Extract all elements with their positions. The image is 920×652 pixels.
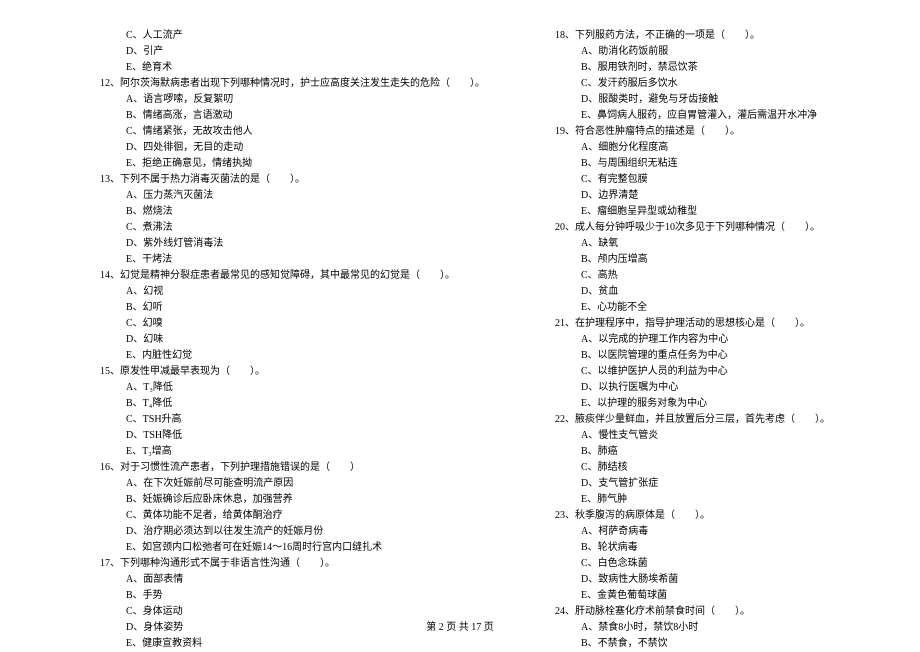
option-text: E、瘤细胞呈异型或幼稚型 <box>555 204 890 220</box>
question-text: 23、秋季腹泻的病原体是（ ）。 <box>555 508 890 524</box>
option-text: D、支气管扩张症 <box>555 476 890 492</box>
option-text: B、肺癌 <box>555 444 890 460</box>
option-text: A、助消化药饭前服 <box>555 44 890 60</box>
option-text: A、缺氧 <box>555 236 890 252</box>
option-text: B、与周围组织无粘连 <box>555 156 890 172</box>
option-text: C、高热 <box>555 268 890 284</box>
option-text: D、TSH降低 <box>100 428 485 444</box>
option-text: C、以维护医护人员的利益为中心 <box>555 364 890 380</box>
question-text: 16、对于习惯性流产患者，下列护理措施错误的是（ ） <box>100 460 485 476</box>
exam-page: C、人工流产D、引产E、绝育术12、阿尔茨海默病患者出现下列哪种情况时，护士应高… <box>0 0 920 615</box>
option-text: C、幻嗅 <box>100 316 485 332</box>
option-text: E、干烤法 <box>100 252 485 268</box>
option-text: B、颅内压增高 <box>555 252 890 268</box>
option-text: B、情绪高涨，言语激动 <box>100 108 485 124</box>
right-column: 18、下列服药方法，不正确的一项是（ ）。A、助消化药饭前服B、服用铁剂时，禁忌… <box>515 28 920 615</box>
option-text: D、致病性大肠埃希菌 <box>555 572 890 588</box>
option-text: C、TSH升高 <box>100 412 485 428</box>
option-text: C、发汗药服后多饮水 <box>555 76 890 92</box>
option-text: A、压力蒸汽灭菌法 <box>100 188 485 204</box>
question-text: 15、原发性甲减最早表现为（ ）。 <box>100 364 485 380</box>
option-text: C、黄体功能不足者，给黄体酮治疗 <box>100 508 485 524</box>
option-text: D、边界清楚 <box>555 188 890 204</box>
left-column: C、人工流产D、引产E、绝育术12、阿尔茨海默病患者出现下列哪种情况时，护士应高… <box>0 28 515 615</box>
option-text: D、贫血 <box>555 284 890 300</box>
option-text: A、柯萨奇病毒 <box>555 524 890 540</box>
option-text: D、紫外线灯管消毒法 <box>100 236 485 252</box>
question-text: 14、幻觉是精神分裂症患者最常见的感知觉障碍，其中最常见的幻觉是（ ）。 <box>100 268 485 284</box>
option-text: E、如宫颈内口松弛者可在妊娠14～16周时行宫内口缝扎术 <box>100 540 485 556</box>
option-text: B、T₄降低 <box>100 396 485 412</box>
option-text: B、手势 <box>100 588 485 604</box>
option-text: C、肺结核 <box>555 460 890 476</box>
question-text: 18、下列服药方法，不正确的一项是（ ）。 <box>555 28 890 44</box>
option-text: B、妊娠确诊后应卧床休息，加强营养 <box>100 492 485 508</box>
option-text: C、情绪紧张，无故攻击他人 <box>100 124 485 140</box>
option-text: B、服用铁剂时，禁忌饮茶 <box>555 60 890 76</box>
option-text: B、燃烧法 <box>100 204 485 220</box>
question-text: 21、在护理程序中，指导护理活动的思想核心是（ ）。 <box>555 316 890 332</box>
option-text: C、煮沸法 <box>100 220 485 236</box>
option-text: D、引产 <box>100 44 485 60</box>
option-text: A、面部表情 <box>100 572 485 588</box>
option-text: A、语言啰嗦，反复絮叨 <box>100 92 485 108</box>
option-text: B、轮状病毒 <box>555 540 890 556</box>
option-text: E、以护理的服务对象为中心 <box>555 396 890 412</box>
question-text: 12、阿尔茨海默病患者出现下列哪种情况时，护士应高度关注发生走失的危险（ ）。 <box>100 76 485 92</box>
option-text: A、细胞分化程度高 <box>555 140 890 156</box>
option-text: E、T₃增高 <box>100 444 485 460</box>
option-text: A、幻视 <box>100 284 485 300</box>
option-text: A、以完成的护理工作内容为中心 <box>555 332 890 348</box>
option-text: C、有完整包膜 <box>555 172 890 188</box>
option-text: E、鼻饲病人服药，应自胃管灌入，灌后需温开水冲净 <box>555 108 890 124</box>
option-text: D、服酸类时，避免与牙齿接触 <box>555 92 890 108</box>
question-text: 19、符合恶性肿瘤特点的描述是（ ）。 <box>555 124 890 140</box>
option-text: B、以医院管理的重点任务为中心 <box>555 348 890 364</box>
option-text: B、幻听 <box>100 300 485 316</box>
option-text: D、幻味 <box>100 332 485 348</box>
option-text: D、以执行医嘱为中心 <box>555 380 890 396</box>
option-text: A、T₃降低 <box>100 380 485 396</box>
option-text: E、内脏性幻觉 <box>100 348 485 364</box>
option-text: E、肺气肿 <box>555 492 890 508</box>
question-text: 22、腋痰伴少量鲜血，并且放置后分三层，首先考虑（ ）。 <box>555 412 890 428</box>
option-text: C、人工流产 <box>100 28 485 44</box>
option-text: D、治疗期必须达到以往发生流产的妊娠月份 <box>100 524 485 540</box>
question-text: 24、肝动脉栓塞化疗术前禁食时间（ ）。 <box>555 604 890 620</box>
option-text: C、白色念珠菌 <box>555 556 890 572</box>
question-text: 20、成人每分钟呼吸少于10次多见于下列哪种情况（ ）。 <box>555 220 890 236</box>
option-text: E、拒绝正确意见，情绪执拗 <box>100 156 485 172</box>
option-text: A、慢性支气管炎 <box>555 428 890 444</box>
option-text: E、绝育术 <box>100 60 485 76</box>
option-text: E、金黄色葡萄球菌 <box>555 588 890 604</box>
option-text: A、在下次妊娠前尽可能查明流产原因 <box>100 476 485 492</box>
option-text: E、心功能不全 <box>555 300 890 316</box>
option-text: D、四处徘徊，无目的走动 <box>100 140 485 156</box>
option-text: A、禁食8小时，禁饮8小时 <box>555 620 890 636</box>
question-text: 13、下列不属于热力消毒灭菌法的是（ ）。 <box>100 172 485 188</box>
question-text: 17、下列哪种沟通形式不属于非语言性沟通（ ）。 <box>100 556 485 572</box>
